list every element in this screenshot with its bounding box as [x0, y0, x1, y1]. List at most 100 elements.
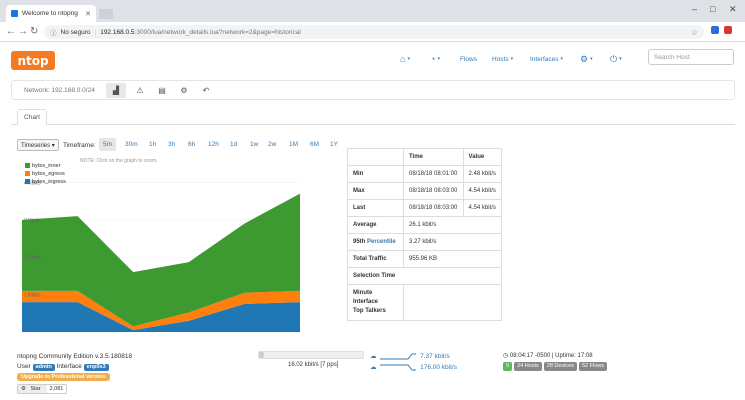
url-host: 192.168.0.5: [100, 28, 135, 36]
chart-note: NOTE: Click on the graph to zoom.: [80, 158, 158, 164]
tab-title: Welcome to ntopng: [22, 10, 78, 17]
traffic-info: ☁ 7.37 kbit/s ☁ 176.00 kbit/s: [370, 351, 457, 373]
browser-tab[interactable]: Welcome to ntopng ✕: [6, 5, 96, 22]
url-input[interactable]: ⓘ No seguro | 192.168.0.5 :3000/lua/netw…: [44, 25, 704, 39]
dashboard-menu[interactable]: ◔ ▾: [430, 53, 440, 65]
github-star-button[interactable]: ⚙ Star 2,081: [17, 384, 68, 394]
row-label: Total Traffic: [347, 250, 404, 268]
y-tick-label: 3 Kbit/s: [24, 218, 41, 224]
hosts-counter[interactable]: 24 Hosts: [514, 362, 542, 371]
row-time: 08/18/18 08:01:00: [403, 165, 464, 183]
ntop-logo[interactable]: ntop: [11, 51, 55, 70]
tab-divider: [11, 124, 735, 125]
table-row: Max 08/18/18 08:03:00 4.54 kbit/s: [347, 182, 503, 200]
row-value: 26.1 kbit/s: [403, 216, 502, 234]
nav-hosts[interactable]: Hosts ▾: [492, 53, 513, 65]
new-tab-button[interactable]: [99, 9, 113, 19]
github-star-label: ⚙ Star: [18, 385, 47, 393]
column-header: Time: [403, 148, 464, 166]
row-value: 2.48 kbit/s: [462, 165, 503, 183]
nav-interfaces-label: Interfaces: [530, 55, 559, 63]
chevron-down-icon: ▾: [560, 56, 564, 62]
back-icon[interactable]: ←: [6, 26, 16, 37]
legend-label: bytes_ingress: [32, 179, 66, 185]
clock-uptime: ◷ 08:04:17 -0500 | Uptime: 17:08: [503, 352, 593, 359]
url-path: :3000/lua/network_details.lua?network=2&…: [134, 28, 301, 36]
counters: 9 24 Hosts 28 Devices 52 Flows: [503, 362, 608, 371]
favicon-icon: [11, 10, 18, 17]
table-row: Last 08/18/18 08:03:00 4.54 kbit/s: [347, 199, 503, 217]
throughput-label: 16.02 kbit/s [7 pps]: [288, 362, 339, 368]
chevron-down-icon: ▾: [590, 56, 593, 62]
flows-counter[interactable]: 52 Flows: [579, 362, 608, 371]
timeseries-label: Timeseries: [21, 143, 51, 149]
interface-badge[interactable]: enp0s3: [83, 364, 109, 371]
table-row: Total Traffic 955.96 KB: [347, 250, 502, 268]
browser-titlebar: Welcome to ntopng ✕ – □ ✕: [0, 0, 745, 22]
interface-label: Interface: [56, 363, 82, 370]
file-icon[interactable]: ▤: [152, 83, 172, 98]
percentile-label: 95th: [353, 239, 366, 245]
network-label: Network: 192.168.0.0/24: [24, 87, 95, 94]
y-tick-label: 2 Kbit/s: [24, 255, 41, 261]
row-value: 4.54 kbit/s: [462, 199, 503, 217]
alerts-counter[interactable]: 9: [503, 362, 513, 371]
devices-counter[interactable]: 28 Devices: [543, 362, 577, 371]
extension-icon[interactable]: [711, 26, 719, 34]
user-badge[interactable]: admin: [32, 364, 55, 371]
table-header-row: Time Value: [347, 148, 503, 166]
talkers-label-line: Interface: [353, 299, 379, 305]
power-menu[interactable]: ⏻ ▾: [610, 53, 622, 65]
legend-item: bytes_ingress: [25, 178, 66, 186]
table-row: Average 26.1 kbit/s: [347, 216, 502, 234]
address-bar: ← → ↻ ⓘ No seguro | 192.168.0.5 :3000/lu…: [0, 22, 745, 42]
area-chart-icon[interactable]: ▟: [106, 83, 126, 98]
maximize-icon[interactable]: □: [710, 4, 715, 14]
chevron-down-icon: ▾: [619, 56, 622, 62]
gear-icon: ⚙: [580, 53, 589, 64]
stats-table: Time Value Min 08/18/18 08:01:00 2.48 kb…: [347, 148, 503, 321]
download-sparkline: [380, 364, 417, 371]
talkers-label-line: Minute: [353, 290, 373, 296]
nav-hosts-label: Hosts: [492, 55, 509, 63]
nav-flows[interactable]: Flows: [460, 53, 477, 65]
percentile-link[interactable]: Percentile: [367, 239, 396, 245]
clock-text: 08:04:17 -0500 | Uptime: 17:08: [509, 353, 593, 359]
nav-interfaces[interactable]: Interfaces ▾: [530, 53, 563, 65]
upgrade-line: Upgrade to Professional version: [17, 372, 132, 382]
row-label: Average: [347, 216, 404, 234]
settings-menu[interactable]: ⚙ ▾: [580, 53, 593, 65]
search-host-input[interactable]: Search Host: [648, 49, 734, 65]
gear-icon[interactable]: ⚙: [174, 83, 194, 98]
chevron-down-icon: ▾: [510, 56, 514, 62]
forward-icon[interactable]: →: [18, 26, 28, 37]
bookmark-star-icon[interactable]: ☆: [691, 28, 698, 37]
cloud-upload-icon: ☁: [370, 353, 377, 360]
tab-close-icon[interactable]: ✕: [85, 10, 91, 18]
close-window-icon[interactable]: ✕: [729, 4, 737, 15]
home-menu[interactable]: ⌂ ▾: [400, 53, 410, 65]
star-label: Star: [30, 386, 41, 392]
undo-icon[interactable]: ↶: [196, 83, 216, 98]
row-time: 08/18/18 08:03:00: [403, 182, 464, 200]
table-row: Min 08/18/18 08:01:00 2.48 kbit/s: [347, 165, 503, 183]
upgrade-button[interactable]: Upgrade to Professional version: [17, 373, 110, 381]
legend-label: bytes_egress: [32, 171, 65, 177]
y-tick-label: 1 Kbit/s: [24, 293, 41, 299]
extension-icon[interactable]: [724, 26, 732, 34]
timeframe-option-1Y[interactable]: 1Y: [326, 138, 342, 151]
legend-swatch: [25, 179, 30, 185]
table-row: Minute Interface Top Talkers: [347, 284, 502, 321]
network-navbar: Network: 192.168.0.0/24 ▟ ⚠ ▤ ⚙ ↶: [11, 80, 735, 100]
chevron-down-icon: ▾: [437, 56, 440, 62]
tab-chart[interactable]: Chart: [17, 109, 47, 125]
warning-icon[interactable]: ⚠: [130, 83, 150, 98]
column-header: Value: [462, 148, 503, 166]
github-count: 2,081: [49, 386, 64, 392]
column-header: [347, 148, 404, 166]
reload-icon[interactable]: ↻: [30, 26, 38, 37]
url-separator: |: [94, 28, 97, 36]
minimize-icon[interactable]: –: [692, 4, 697, 14]
info-icon: ⓘ: [50, 30, 57, 37]
footer-info: ntopng Community Edition v.3.5.180818 Us…: [17, 352, 132, 394]
